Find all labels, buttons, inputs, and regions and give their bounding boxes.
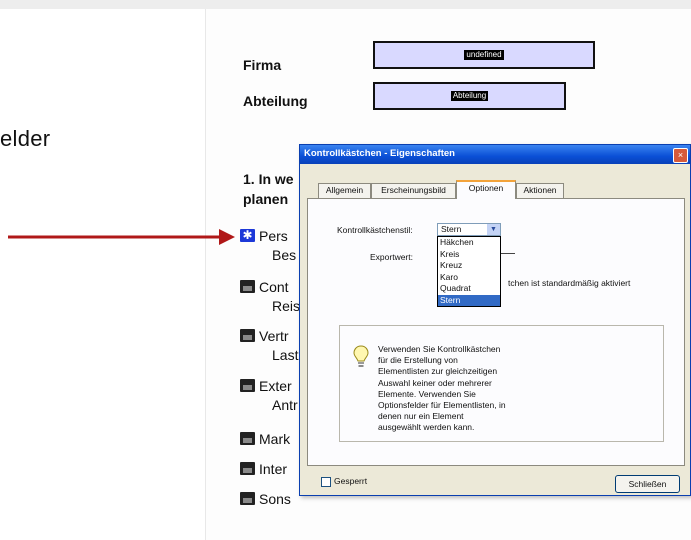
dropdown-option[interactable]: Kreuz [438, 260, 500, 272]
row-label: Mark [259, 431, 291, 447]
row-label: Inter [259, 461, 288, 477]
row-label: Exter [259, 378, 292, 394]
tab-optionen[interactable]: Optionen [456, 180, 516, 199]
checkbox-properties-dialog[interactable]: Kontrollkästchen - Eigenschaften × Allge… [299, 144, 691, 496]
style-dropdown-list[interactable]: Häkchen Kreis Kreuz Karo Quadrat Stern [437, 236, 501, 307]
row-label: Cont [259, 279, 289, 295]
lightbulb-icon [353, 345, 369, 367]
dropdown-option[interactable]: Karo [438, 272, 500, 284]
star-checkbox-icon[interactable]: ✱ [240, 228, 255, 242]
row-sublabel: Last [272, 347, 299, 363]
row-label: Pers [259, 228, 288, 244]
row-sublabel: Bes [272, 247, 297, 263]
abteilung-label: Abteilung [243, 93, 308, 109]
dialog-titlebar[interactable]: Kontrollkästchen - Eigenschaften × [300, 145, 690, 164]
close-icon[interactable]: × [673, 148, 688, 163]
style-select[interactable]: Stern ▼ [437, 223, 501, 236]
export-label: Exportwert: [370, 252, 413, 262]
tab-erscheinungsbild[interactable]: Erscheinungsbild [371, 183, 456, 198]
export-value-field[interactable] [501, 253, 515, 254]
locked-checkbox[interactable] [321, 477, 331, 487]
dropdown-option[interactable]: Kreis [438, 249, 500, 261]
firma-label: Firma [243, 57, 282, 73]
style-select-value: Stern [441, 224, 462, 234]
tab-aktionen[interactable]: Aktionen [516, 183, 564, 198]
close-button[interactable]: Schließen [615, 475, 680, 493]
default-checked-text: tchen ist standardmäßig aktiviert [508, 278, 631, 288]
checkbox-field-icon[interactable] [240, 280, 255, 293]
dropdown-option[interactable]: Häkchen [438, 237, 500, 249]
row-label: Sons [259, 491, 291, 507]
tab-allgemein[interactable]: Allgemein [318, 183, 371, 198]
checkbox-field-icon[interactable] [240, 492, 255, 505]
abteilung-field[interactable]: Abteilung [373, 82, 566, 110]
info-text: Verwenden Sie Kontrollkästchen für die E… [378, 344, 506, 433]
checkbox-field-icon[interactable] [240, 329, 255, 342]
style-label: Kontrollkästchenstil: [337, 225, 413, 235]
abteilung-field-value: Abteilung [450, 91, 489, 101]
checkbox-field-icon[interactable] [240, 432, 255, 445]
checkbox-field-icon[interactable] [240, 379, 255, 392]
section-heading-line1: 1. In we [243, 171, 294, 187]
chevron-down-icon[interactable]: ▼ [487, 224, 500, 235]
firma-field-value: undefined [464, 50, 504, 60]
dropdown-option-selected[interactable]: Stern [438, 294, 500, 306]
firma-field[interactable]: undefined [373, 41, 595, 69]
row-sublabel: Reis [272, 298, 301, 314]
dialog-title: Kontrollkästchen - Eigenschaften [304, 148, 455, 159]
row-label: Vertr [259, 328, 289, 344]
dropdown-option[interactable]: Quadrat [438, 283, 500, 295]
locked-label: Gesperrt [334, 476, 368, 486]
row-sublabel: Antr [272, 397, 298, 413]
section-heading-line2: planen [243, 191, 289, 207]
checkbox-field-icon[interactable] [240, 462, 255, 475]
